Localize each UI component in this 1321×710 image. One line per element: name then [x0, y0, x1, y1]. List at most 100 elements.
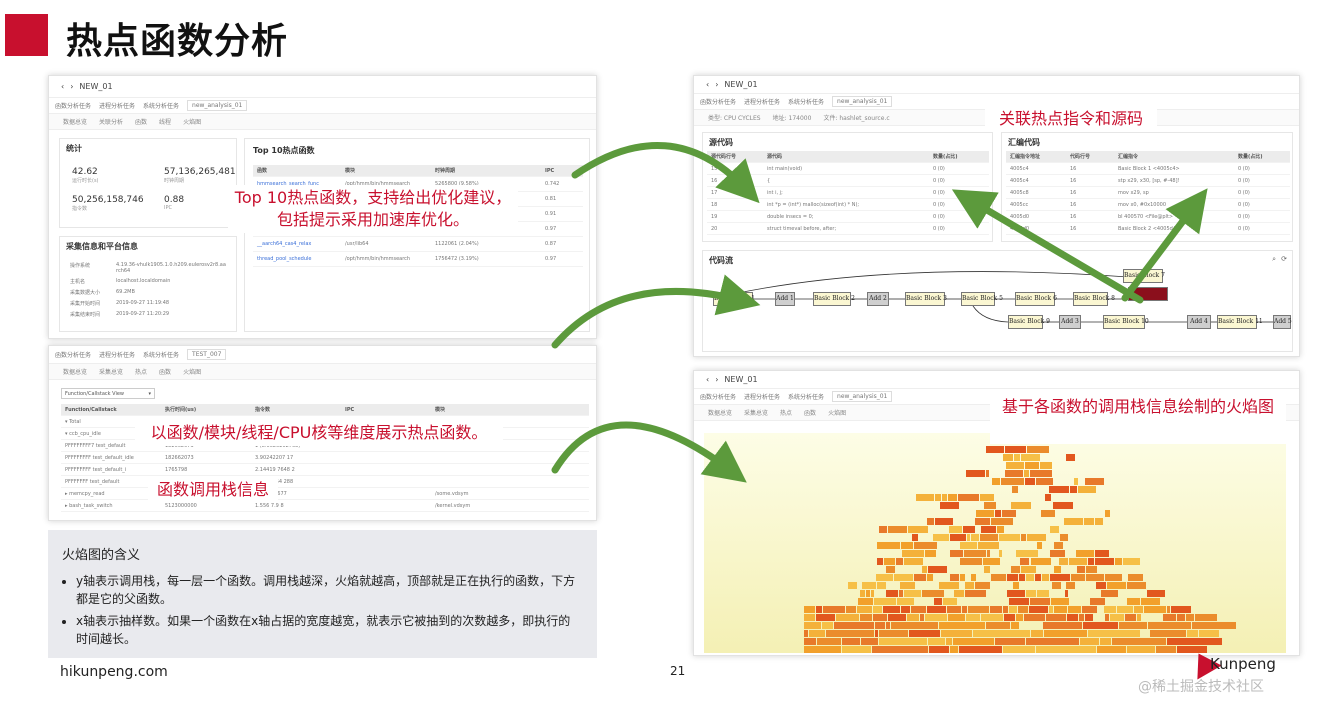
flame-frame[interactable] [846, 606, 856, 613]
task-tab-3[interactable]: new_analysis_01 [832, 96, 893, 107]
flame-frame[interactable] [1054, 606, 1067, 613]
flame-frame[interactable] [965, 590, 986, 597]
flame-frame[interactable] [961, 606, 967, 613]
flame-frame[interactable] [1070, 574, 1086, 581]
flame-frame[interactable] [986, 550, 991, 557]
flame-frame[interactable] [874, 598, 897, 605]
flame-frame[interactable] [980, 534, 999, 541]
task-tab-1[interactable]: 进程分析任务 [744, 392, 780, 401]
flame-frame[interactable] [928, 646, 950, 653]
table-row[interactable]: ▸ bash_task_switch 5123000000 1.556 7.9 8 /… [61, 500, 589, 512]
flame-frame[interactable] [1054, 566, 1061, 573]
flame-frame[interactable] [1066, 582, 1076, 589]
flame-frame[interactable] [1199, 630, 1220, 637]
flame-frame[interactable] [960, 558, 982, 565]
flame-frame[interactable] [903, 590, 921, 597]
flame-frame[interactable] [874, 630, 878, 637]
flame-frame[interactable] [934, 598, 943, 605]
flame-frame[interactable] [1028, 606, 1048, 613]
flame-frame[interactable] [1005, 462, 1025, 469]
flame-frame[interactable] [1005, 470, 1023, 477]
table-row[interactable]: 4005c8 16 mov x29, sp 0 (0) [1006, 187, 1290, 199]
flame-frame[interactable] [966, 614, 980, 621]
flame-frame[interactable] [878, 638, 928, 645]
flame-frame[interactable] [1087, 630, 1141, 637]
flame-frame[interactable] [1004, 446, 1027, 453]
flame-frame[interactable] [1114, 558, 1122, 565]
flame-frame[interactable] [1029, 598, 1051, 605]
flame-frame[interactable] [948, 526, 962, 533]
flame-frame[interactable] [1099, 638, 1111, 645]
flame-frame[interactable] [1002, 454, 1013, 461]
flame-frame[interactable] [908, 526, 929, 533]
flame-frame[interactable] [1010, 502, 1031, 509]
table-row[interactable]: 19 double insecs = 0; 0 (0) [707, 211, 989, 223]
flame-frame[interactable] [990, 518, 1013, 525]
flame-frame[interactable] [1015, 614, 1024, 621]
flame-frame[interactable] [1096, 646, 1127, 653]
flame-frame[interactable] [1119, 622, 1148, 629]
flame-frame[interactable] [1141, 598, 1160, 605]
flame-frame[interactable] [963, 550, 986, 557]
view-tab-2[interactable]: 函数 [135, 117, 147, 126]
flame-frame[interactable] [862, 582, 877, 589]
table-row[interactable]: PFFFFFFF test_default81034621.0290964 28… [61, 476, 589, 488]
flame-frame[interactable] [897, 598, 914, 605]
flame-frame[interactable] [967, 606, 989, 613]
flame-frame[interactable] [1066, 454, 1075, 461]
flame-frame[interactable] [1105, 510, 1110, 517]
flame-frame[interactable] [883, 558, 896, 565]
flame-frame[interactable] [913, 574, 927, 581]
flame-frame[interactable] [971, 534, 980, 541]
flame-frame[interactable] [941, 494, 948, 501]
table-row[interactable]: 15 int main(void) 0 (0) [707, 163, 989, 175]
flame-frame[interactable] [887, 526, 908, 533]
flame-frame[interactable] [834, 622, 875, 629]
flame-frame[interactable] [859, 614, 872, 621]
flame-frame[interactable] [902, 550, 924, 557]
table-row[interactable]: 17 int i, j; 0 (0) [707, 187, 989, 199]
flame-frame[interactable] [1030, 558, 1051, 565]
flame-frame[interactable] [842, 638, 860, 645]
view-tab-4[interactable]: 火焰图 [828, 408, 846, 417]
flame-frame[interactable] [1026, 534, 1047, 541]
flame-frame[interactable] [933, 534, 950, 541]
flame-frame[interactable] [909, 630, 940, 637]
flame-frame[interactable] [890, 622, 938, 629]
flame-frame[interactable] [804, 638, 817, 645]
flame-frame[interactable] [1146, 590, 1165, 597]
flame-frame[interactable] [927, 518, 935, 525]
flame-frame[interactable] [1040, 462, 1053, 469]
basic-block[interactable]: Basic Block 5 [961, 292, 1003, 306]
view-tab-0[interactable]: 数据总览 [708, 408, 732, 417]
flame-frame[interactable] [1192, 622, 1236, 629]
forward-chevron-icon[interactable]: › [70, 82, 73, 91]
flame-frame[interactable] [1067, 606, 1082, 613]
view-tab-0[interactable]: 数据总览 [63, 117, 87, 126]
flame-frame[interactable] [1064, 518, 1083, 525]
table-row[interactable]: 4005c4 16 stp x29, x30, [sp, #-48]! 0 (0) [1006, 175, 1290, 187]
flame-frame[interactable] [924, 614, 948, 621]
task-tab-3[interactable]: new_analysis_01 [187, 100, 248, 111]
flame-frame[interactable] [952, 638, 995, 645]
flame-frame[interactable] [1085, 614, 1094, 621]
flame-frame[interactable] [953, 590, 965, 597]
flame-frame[interactable] [894, 574, 913, 581]
flame-frame[interactable] [1040, 510, 1056, 517]
flame-frame[interactable] [1026, 590, 1037, 597]
flame-frame[interactable] [914, 542, 937, 549]
flame-frame[interactable] [1037, 590, 1050, 597]
flame-frame[interactable] [1030, 630, 1044, 637]
flame-frame[interactable] [1053, 542, 1064, 549]
flame-frame[interactable] [1103, 606, 1117, 613]
flame-frame[interactable] [978, 542, 1000, 549]
flame-frame[interactable] [1064, 590, 1068, 597]
task-tab-3[interactable]: TEST_007 [187, 349, 227, 360]
flame-frame[interactable] [804, 622, 821, 629]
flame-frame[interactable] [1127, 574, 1144, 581]
flame-frame[interactable] [1035, 478, 1053, 485]
flame-frame[interactable] [927, 566, 947, 573]
basic-block[interactable]: Basic Block 11 [1217, 315, 1263, 329]
flame-frame[interactable] [900, 606, 911, 613]
flame-frame[interactable] [975, 582, 990, 589]
